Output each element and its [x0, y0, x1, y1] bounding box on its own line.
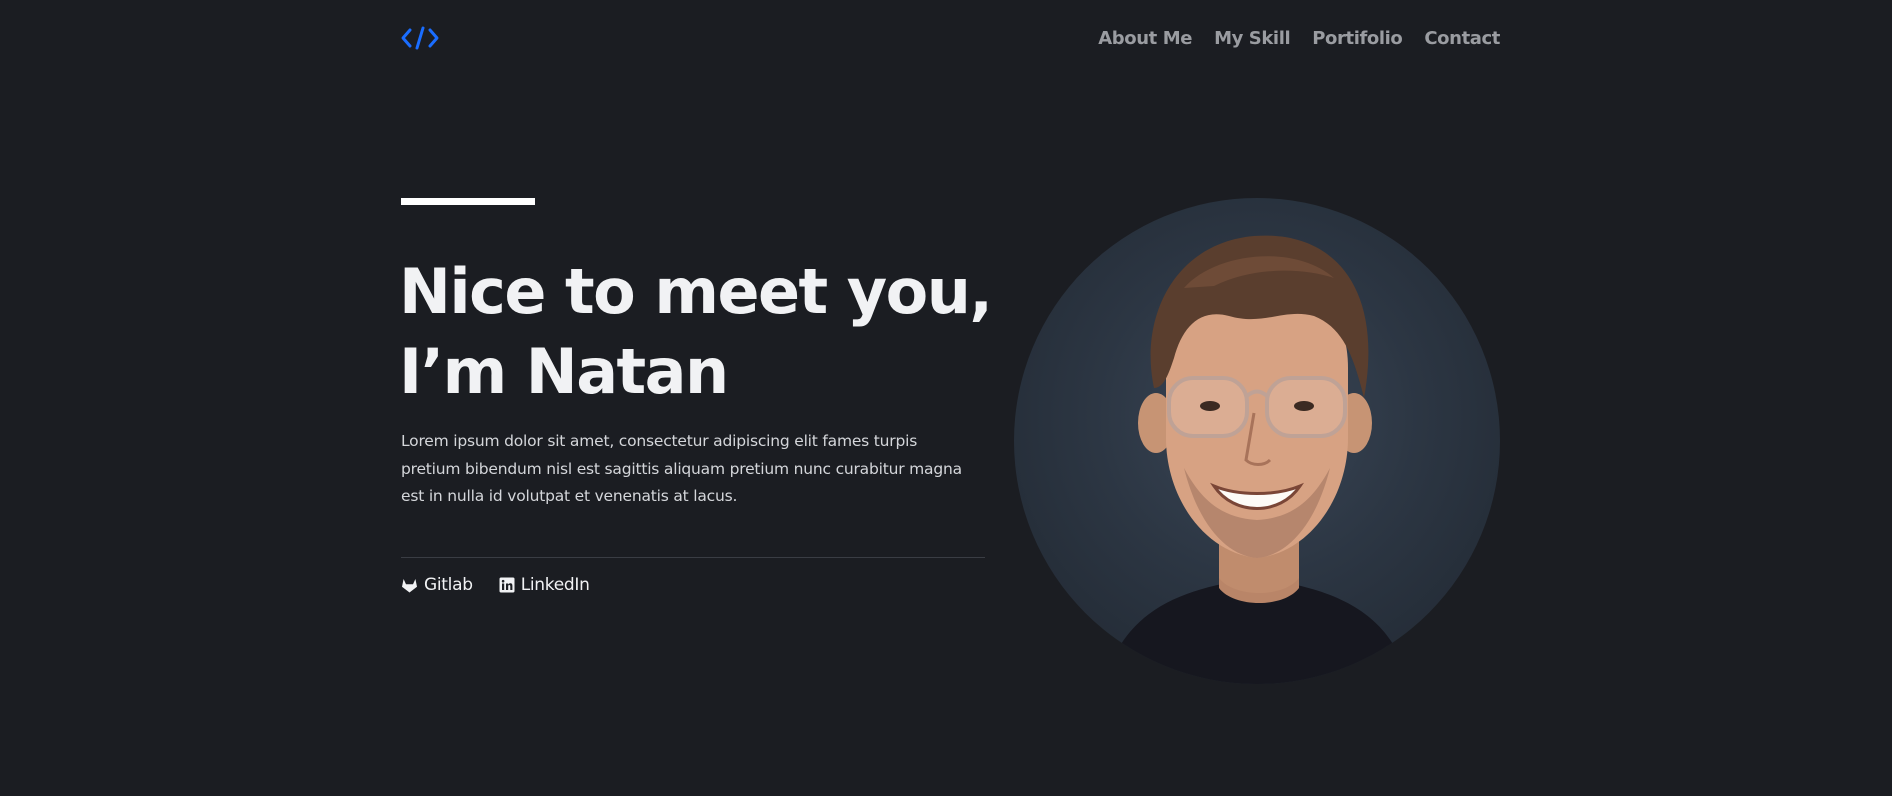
linkedin-link[interactable]: LinkedIn: [499, 575, 590, 595]
nav-contact[interactable]: Contact: [1424, 28, 1500, 49]
nav-portifolio[interactable]: Portifolio: [1312, 28, 1403, 49]
headline-line-1: Nice to meet you,: [399, 255, 993, 328]
code-logo-icon[interactable]: [401, 26, 439, 50]
hero-intro-text: Lorem ipsum dolor sit amet, consectetur …: [401, 432, 962, 505]
page: About Me My Skill Portifolio Contact Nic…: [0, 0, 1892, 796]
linkedin-icon: [499, 577, 515, 593]
main-nav: About Me My Skill Portifolio Contact: [1098, 28, 1500, 49]
headline-line-2: I’m Natan: [399, 335, 729, 408]
profile-avatar-photo: [1014, 198, 1500, 684]
gitlab-label: Gitlab: [424, 575, 473, 595]
nav-my-skill[interactable]: My Skill: [1214, 28, 1291, 49]
gitlab-icon: [401, 577, 418, 593]
hero-headline: Nice to meet you, I’m Natan: [399, 252, 993, 412]
nav-about-me[interactable]: About Me: [1098, 28, 1192, 49]
social-links: Gitlab LinkedIn: [401, 575, 590, 595]
linkedin-label: LinkedIn: [520, 575, 590, 595]
gitlab-link[interactable]: Gitlab: [401, 575, 473, 595]
headline-accent-bar: [401, 198, 535, 205]
divider: [401, 557, 985, 558]
